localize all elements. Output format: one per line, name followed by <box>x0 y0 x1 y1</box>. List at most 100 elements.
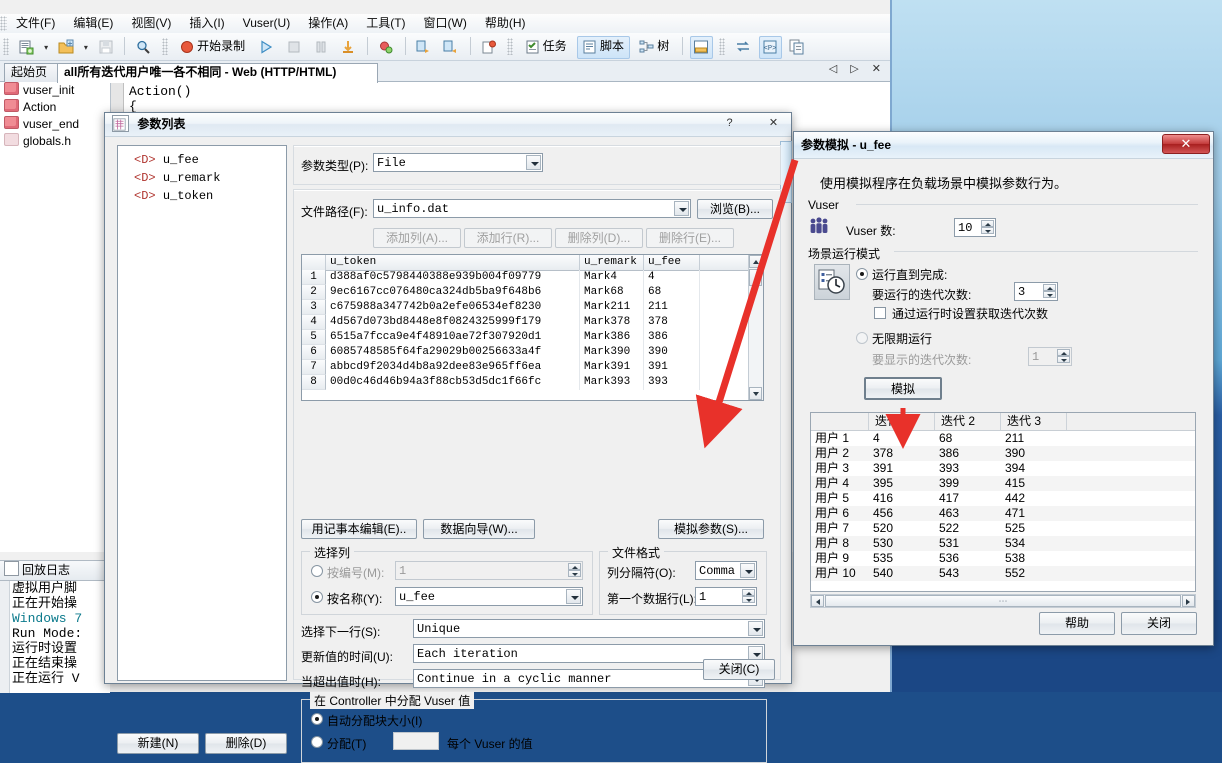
edit-with-notepad-button[interactable]: 用记事本编辑(E).. <box>301 519 417 539</box>
scroll-up-icon[interactable] <box>749 255 762 268</box>
table-vertical-scrollbar[interactable] <box>748 255 763 400</box>
script-view-button[interactable]: 脚本 <box>576 36 630 59</box>
table-row[interactable]: 3 c675988a347742b0a2efe06534ef8230 Mark211… <box>302 300 763 315</box>
open-script-icon[interactable] <box>55 36 78 59</box>
replay-log-tab[interactable]: 回放日志 <box>0 561 110 581</box>
table-row[interactable]: 1 d388af0c5798440388e939b004f09779 Mark4 4 <box>302 270 763 285</box>
auto-block-size-radio[interactable] <box>311 713 323 725</box>
start-record-button[interactable]: 开始录制 <box>174 36 251 59</box>
parameter-tree-item-u-remark[interactable]: <D> u_remark <box>118 169 286 187</box>
tree-item-action[interactable]: Action <box>0 99 110 116</box>
save-script-icon[interactable] <box>95 36 118 59</box>
menu-view[interactable]: 视图(V) <box>122 14 180 33</box>
results-row[interactable]: 用户 8 530 531 534 <box>811 536 1195 551</box>
manual-allocate-input[interactable] <box>393 732 439 750</box>
search-icon[interactable] <box>132 36 155 59</box>
scroll-left-icon[interactable] <box>811 595 824 607</box>
parameter-list-icon[interactable]: <P> <box>759 36 783 59</box>
simulate-parameter-button[interactable]: 模拟参数(S)... <box>658 519 764 539</box>
delete-parameter-button[interactable]: 删除(D) <box>205 733 287 754</box>
simulation-help-button[interactable]: 帮助 <box>1039 612 1115 635</box>
run-until-complete-radio[interactable] <box>856 268 868 280</box>
results-column-header-iter2[interactable]: 迭代 2 <box>935 413 1001 430</box>
results-row[interactable]: 用户 4 395 399 415 <box>811 476 1195 491</box>
toolbar-grip-2[interactable] <box>161 38 168 55</box>
parameter-list-titlebar[interactable]: 参数列表 ? ✕ <box>105 113 791 137</box>
tree-item-vuser-init[interactable]: vuser_init <box>0 82 110 99</box>
spin-down-icon[interactable] <box>981 227 994 234</box>
scroll-down-icon[interactable] <box>749 387 762 400</box>
manual-allocate-radio[interactable] <box>311 736 323 748</box>
delete-column-button[interactable]: 删除列(D)... <box>555 228 643 248</box>
runtime-iterations-checkbox[interactable] <box>874 307 886 319</box>
parameter-data-table[interactable]: u_token u_remark u_fee 1 d388af0c57984403… <box>301 254 764 401</box>
spin-up-icon[interactable] <box>981 220 994 227</box>
table-row[interactable]: 2 9ec6167cc076480ca324db5ba9f648b6 Mark68 6… <box>302 285 763 300</box>
results-horizontal-scrollbar[interactable]: ⋯ <box>810 594 1196 608</box>
by-name-select[interactable]: u_fee <box>395 587 583 606</box>
column-header-u-remark[interactable]: u_remark <box>580 255 644 270</box>
table-row[interactable]: 5 6515a7fcca9e4f48910ae72f307920d1 Mark386… <box>302 330 763 345</box>
new-script-icon[interactable] <box>15 36 38 59</box>
menu-window[interactable]: 窗口(W) <box>415 14 476 33</box>
results-row[interactable]: 用户 1 4 68 211 <box>811 431 1195 446</box>
parameter-list-close-button[interactable]: ✕ <box>764 116 783 133</box>
spin-down-icon[interactable] <box>742 596 755 603</box>
menu-vuser[interactable]: Vuser(U) <box>234 14 300 33</box>
results-row[interactable]: 用户 5 416 417 442 <box>811 491 1195 506</box>
copy-icon[interactable] <box>786 36 809 59</box>
column-separator-select[interactable]: Comma <box>695 561 757 580</box>
run-icon[interactable] <box>255 36 278 59</box>
run-indefinitely-radio[interactable] <box>856 332 868 344</box>
results-row[interactable]: 用户 7 520 522 525 <box>811 521 1195 536</box>
menu-help[interactable]: 帮助(H) <box>476 14 535 33</box>
tree-item-globals-h[interactable]: globals.h <box>0 133 110 150</box>
menu-file[interactable]: 文件(F) <box>7 14 64 33</box>
delete-row-button[interactable]: 删除行(E)... <box>646 228 734 248</box>
spin-up-icon[interactable] <box>1057 349 1070 356</box>
by-number-radio[interactable] <box>311 565 323 577</box>
scroll-thumb[interactable] <box>749 269 762 286</box>
first-data-row-spinner[interactable]: 1 <box>695 587 757 606</box>
add-row-button[interactable]: 添加行(R)... <box>464 228 552 248</box>
param-type-select[interactable]: File <box>373 153 543 172</box>
stop-icon[interactable] <box>283 36 306 59</box>
new-script-dropdown-icon[interactable]: ▾ <box>42 36 51 57</box>
next-row-select[interactable]: Unique <box>413 619 765 638</box>
menu-insert[interactable]: 插入(I) <box>180 14 233 33</box>
results-row[interactable]: 用户 6 456 463 471 <box>811 506 1195 521</box>
scroll-thumb[interactable]: ⋯ <box>825 595 1181 607</box>
menu-edit[interactable]: 编辑(E) <box>64 14 122 33</box>
tree-item-vuser-end[interactable]: vuser_end <box>0 116 110 133</box>
vuser-count-spinner[interactable]: 10 <box>954 218 996 237</box>
simulation-titlebar[interactable]: 参数模拟 - u_fee ✕ <box>794 132 1213 159</box>
parameter-tree[interactable]: <D> u_fee <D> u_remark <D> u_token <box>117 145 287 681</box>
results-row[interactable]: 用户 3 391 393 394 <box>811 461 1195 476</box>
tree-view-button[interactable]: 树 <box>634 36 675 59</box>
parameter-list-help-button[interactable]: ? <box>720 116 739 133</box>
step-over-icon[interactable] <box>440 36 463 59</box>
toolbar-grip-4[interactable] <box>719 38 726 55</box>
simulate-button[interactable]: 模拟 <box>864 377 942 400</box>
iterations-spinner[interactable]: 3 <box>1014 282 1058 301</box>
parameter-list-close-bottom-button[interactable]: 关闭(C) <box>703 659 775 680</box>
simulation-close-bottom-button[interactable]: 关闭 <box>1121 612 1197 635</box>
data-wizard-button[interactable]: 数据向导(W)... <box>423 519 535 539</box>
results-row[interactable]: 用户 10 540 543 552 <box>811 566 1195 581</box>
menu-grip[interactable] <box>0 16 7 31</box>
new-parameter-button[interactable]: 新建(N) <box>117 733 199 754</box>
step-into-icon[interactable] <box>413 36 436 59</box>
table-row[interactable]: 7 abbcd9f2034d4b8a92dee83e965ff6ea Mark391… <box>302 360 763 375</box>
menu-actions[interactable]: 操作(A) <box>299 14 357 33</box>
browse-button[interactable]: 浏览(B)... <box>697 199 773 219</box>
simulation-results-table[interactable]: 迭代 1 迭代 2 迭代 3 用户 1 4 68 211 用户 2 378 386 390 … <box>810 412 1196 592</box>
open-script-dropdown-icon[interactable]: ▾ <box>81 36 90 57</box>
spin-up-icon[interactable] <box>1043 284 1056 291</box>
parameter-side-tab[interactable] <box>780 141 792 203</box>
replay-log-body[interactable]: 虚拟用户脚 正在开始操 Windows 7 Run Mode: 运行时设置 正在… <box>0 581 110 693</box>
filepath-select[interactable]: u_info.dat <box>373 199 691 218</box>
simulation-close-button[interactable]: ✕ <box>1162 134 1210 154</box>
split-view-icon[interactable] <box>690 36 713 59</box>
add-column-button[interactable]: 添加列(A)... <box>373 228 461 248</box>
spin-down-icon[interactable] <box>1057 356 1070 363</box>
